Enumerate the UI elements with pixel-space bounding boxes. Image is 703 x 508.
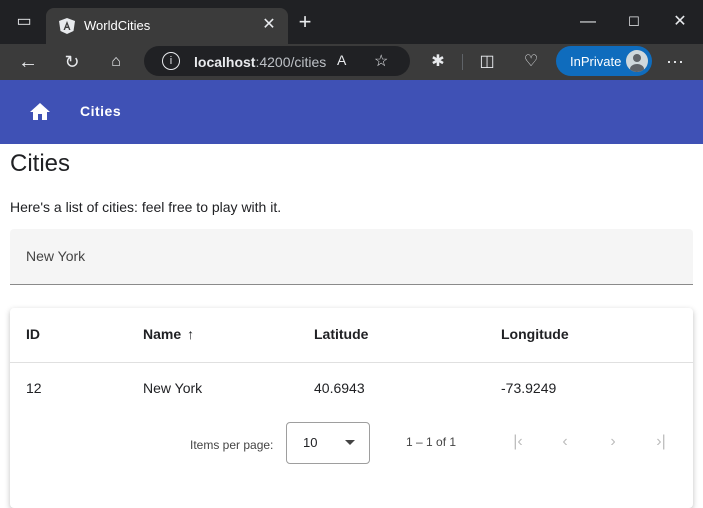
sort-ascending-icon: ↑	[187, 326, 195, 342]
more-menu-icon[interactable]: ⋯	[663, 50, 687, 74]
back-icon[interactable]: ←	[16, 50, 40, 74]
new-tab-icon[interactable]: +	[293, 10, 317, 34]
browser-titlebar: ▭ WorldCities ✕ + — ☐ ✕	[0, 0, 703, 44]
page-size-value: 10	[303, 435, 318, 450]
address-bar[interactable]: i localhost:4200/cities A ☆	[144, 46, 410, 76]
tab-actions-icon[interactable]: ▭	[12, 10, 36, 34]
next-page-icon[interactable]: ›	[601, 432, 625, 452]
read-aloud-icon[interactable]: A	[337, 52, 346, 68]
browser-tab[interactable]: WorldCities ✕	[46, 8, 288, 44]
address-path: :4200/cities	[255, 54, 327, 70]
cell-latitude: 40.6943	[314, 380, 365, 396]
home-icon[interactable]: ⌂	[104, 50, 128, 74]
filter-input[interactable]: New York	[10, 229, 693, 285]
first-page-icon[interactable]: |‹	[506, 432, 530, 452]
inprivate-button[interactable]: InPrivate	[556, 46, 652, 76]
address-text: localhost:4200/cities	[194, 54, 326, 70]
address-host: localhost	[194, 54, 256, 70]
column-header-longitude[interactable]: Longitude	[501, 326, 569, 342]
header-divider	[10, 362, 693, 363]
browser-essentials-icon[interactable]: ♡	[519, 50, 543, 74]
split-screen-icon[interactable]: ◫	[475, 50, 499, 74]
page-size-select[interactable]: 10	[286, 422, 370, 464]
home-nav-icon[interactable]	[28, 100, 52, 124]
previous-page-icon[interactable]: ‹	[553, 432, 577, 452]
site-info-icon[interactable]: i	[162, 52, 180, 70]
app-navbar: Cities	[0, 80, 703, 144]
paginator: Items per page: 10 1 – 1 of 1 |‹ ‹ › ›|	[10, 422, 693, 472]
profile-avatar	[626, 50, 648, 72]
page-range-label: 1 – 1 of 1	[406, 435, 457, 449]
tab-title: WorldCities	[84, 18, 151, 33]
inprivate-label: InPrivate	[570, 54, 622, 69]
maximize-icon[interactable]: ☐	[622, 10, 646, 34]
last-page-icon[interactable]: ›|	[649, 432, 673, 452]
column-header-name-label: Name	[143, 326, 182, 342]
minimize-icon[interactable]: —	[576, 10, 600, 34]
toolbar-divider	[462, 54, 463, 70]
refresh-icon[interactable]: ↻	[60, 50, 84, 74]
cities-table: ID Name ↑ Latitude Longitude 12 New York …	[10, 308, 693, 508]
browser-toolbar: ← ↻ ⌂ i localhost:4200/cities A ☆ ✱ ◫ ♡ …	[0, 44, 703, 80]
cell-id: 12	[26, 380, 42, 396]
angular-icon	[59, 18, 75, 34]
items-per-page-label: Items per page:	[190, 438, 274, 452]
page-subtitle: Here's a list of cities: feel free to pl…	[10, 199, 282, 215]
extensions-icon[interactable]: ✱	[426, 50, 450, 74]
column-header-id[interactable]: ID	[26, 326, 40, 342]
cell-name[interactable]: New York	[143, 380, 202, 396]
close-window-icon[interactable]: ✕	[668, 10, 692, 34]
nav-cities-link[interactable]: Cities	[80, 103, 121, 119]
favorite-star-icon[interactable]: ☆	[374, 51, 388, 71]
column-header-name[interactable]: Name ↑	[143, 326, 194, 342]
filter-value: New York	[26, 248, 86, 264]
cell-longitude: -73.9249	[501, 380, 557, 396]
dropdown-arrow-icon	[345, 440, 355, 445]
close-tab-icon[interactable]: ✕	[260, 16, 278, 34]
page-title: Cities	[10, 150, 71, 177]
column-header-latitude[interactable]: Latitude	[314, 326, 368, 342]
